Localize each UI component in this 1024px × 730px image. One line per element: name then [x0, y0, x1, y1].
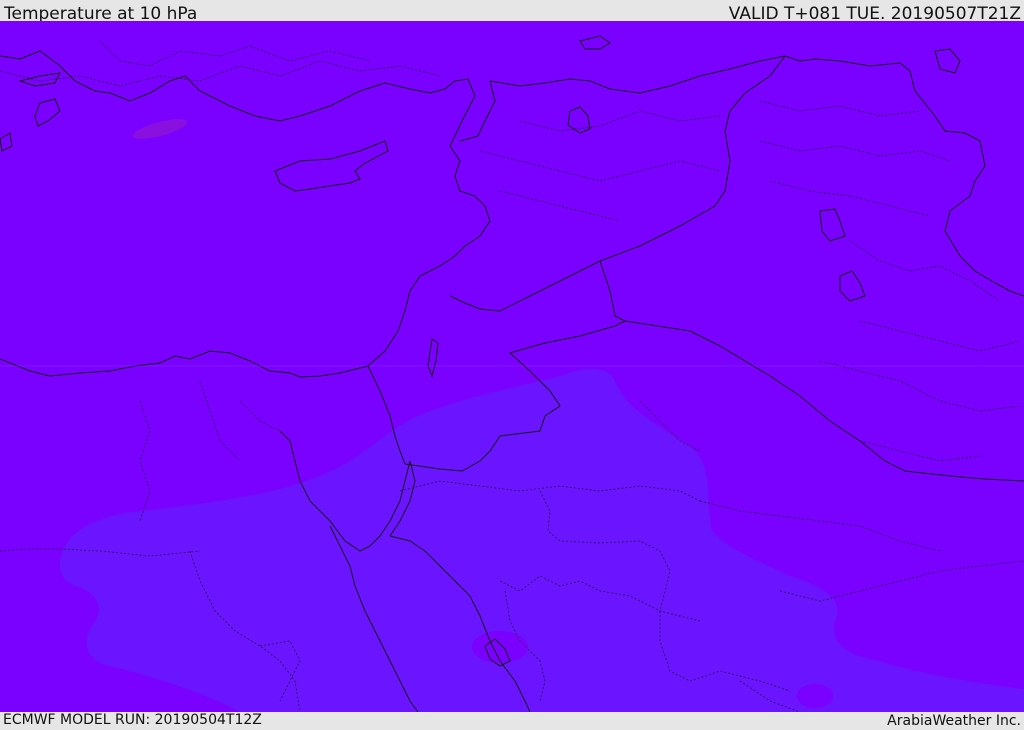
model-run-label: ECMWF MODEL RUN: 20190504T12Z	[3, 712, 262, 728]
map-canvas[interactable]	[0, 21, 1024, 712]
temperature-spot-yemen	[797, 684, 833, 708]
weather-map	[0, 21, 1024, 712]
footer-bar: ECMWF MODEL RUN: 20190504T12Z ArabiaWeat…	[0, 712, 1024, 729]
header-bar: Temperature at 10 hPa VALID T+081 TUE. 2…	[0, 0, 1024, 24]
brand-label: ArabiaWeather Inc.	[887, 713, 1021, 729]
temperature-spot-red-sea	[472, 631, 528, 663]
